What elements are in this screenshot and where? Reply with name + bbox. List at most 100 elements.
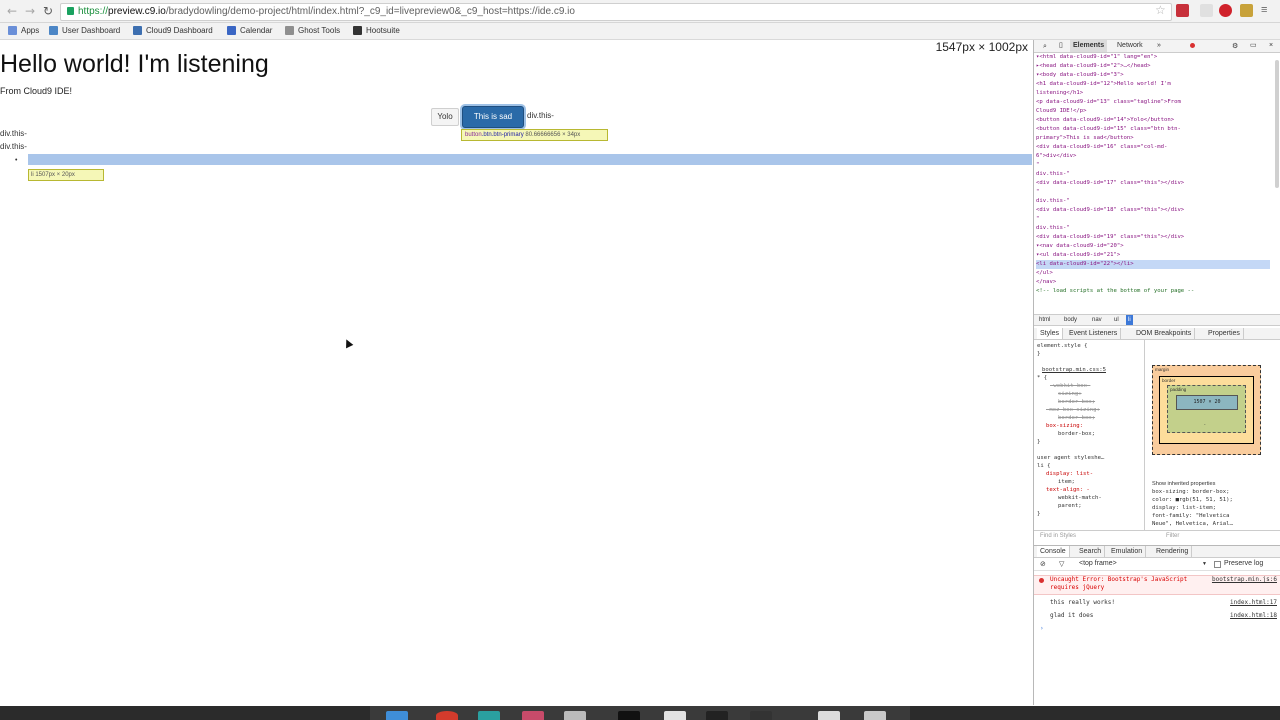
bookmark-hootsuite[interactable]: Hootsuite [353, 25, 400, 37]
tab-styles[interactable]: Styles [1037, 328, 1064, 339]
forward-icon[interactable]: → [22, 3, 38, 19]
app-icon[interactable] [818, 711, 840, 720]
dom-node[interactable]: " [1036, 215, 1039, 224]
back-icon[interactable]: ← [4, 3, 20, 19]
opera-icon[interactable] [1219, 4, 1232, 17]
dom-node[interactable]: </nav> [1036, 278, 1056, 287]
dom-node[interactable]: div.this-" [1036, 224, 1070, 233]
tab-properties[interactable]: Properties [1205, 328, 1244, 339]
app-icon[interactable] [478, 711, 500, 720]
css-value[interactable]: border-box; [1058, 430, 1095, 438]
dom-node[interactable]: primary">This is sad</button> [1036, 134, 1134, 143]
app-icon[interactable] [436, 711, 458, 720]
tab-event-listeners[interactable]: Event Listeners [1066, 328, 1122, 339]
breadcrumb-body[interactable]: body [1062, 315, 1079, 325]
device-icon[interactable]: ▯ [1056, 40, 1066, 52]
app-icon[interactable] [706, 711, 728, 720]
sad-button[interactable]: This is sad [462, 106, 524, 128]
dom-node[interactable]: listening</h1> [1036, 89, 1083, 98]
css-property[interactable]: -webkit-box- [1050, 382, 1090, 390]
css-value[interactable]: border-box; [1058, 398, 1095, 406]
console-source-link[interactable]: index.html:18 [1230, 612, 1277, 620]
css-value[interactable]: border-box; [1058, 414, 1095, 422]
element-style-rule[interactable]: element.style { [1037, 342, 1088, 350]
dom-node[interactable]: ▾<ul data-cloud9-id="21"> [1036, 251, 1120, 260]
clear-console-icon[interactable]: ⊘ [1040, 558, 1046, 570]
breadcrumb-nav[interactable]: nav [1090, 315, 1104, 325]
dom-node[interactable]: <h1 data-cloud9-id="12">Hello world! I'm [1036, 80, 1171, 89]
reload-icon[interactable]: ↻ [40, 3, 56, 19]
gear-icon[interactable]: ⚙ [1229, 40, 1241, 52]
app-icon[interactable] [664, 711, 686, 720]
tab-rendering[interactable]: Rendering [1153, 546, 1193, 557]
dom-node[interactable]: div.this-" [1036, 170, 1070, 179]
box-model-border[interactable]: border padding 1507 × 20 - [1159, 376, 1254, 444]
dom-node[interactable]: <div data-cloud9-id="16" class="col-md- [1036, 143, 1167, 152]
inspect-icon[interactable]: ⌕ [1040, 40, 1050, 52]
tab-elements[interactable]: Elements [1070, 40, 1108, 52]
css-property[interactable]: sizing: [1058, 390, 1082, 398]
dom-node[interactable]: ▸<head data-cloud9-id="2">…</head> [1036, 62, 1151, 71]
dom-node[interactable]: <div data-cloud9-id="18" class="this"></… [1036, 206, 1184, 215]
dom-comment[interactable]: <!-- load scripts at the bottom of your … [1036, 287, 1194, 296]
dock-icon[interactable]: ▭ [1247, 40, 1260, 52]
dom-node[interactable]: <button data-cloud9-id="14">Yolo</button… [1036, 116, 1174, 125]
dom-node[interactable]: <p data-cloud9-id="13" class="tagline">F… [1036, 98, 1181, 107]
bookmark-calendar[interactable]: Calendar [227, 25, 272, 37]
bookmark-star-icon[interactable]: ☆ [1155, 3, 1166, 17]
box-model-content[interactable]: 1507 × 20 [1176, 395, 1238, 410]
app-icon[interactable] [522, 711, 544, 720]
bookmark-user-dashboard[interactable]: User Dashboard [49, 25, 120, 37]
filter-icon[interactable]: ▽ [1059, 558, 1064, 570]
elements-scrollbar[interactable] [1275, 60, 1279, 188]
dom-node[interactable]: ▾<body data-cloud9-id="3"> [1036, 71, 1124, 80]
dom-node[interactable]: ▾<html data-cloud9-id="1" lang="en"> [1036, 53, 1157, 62]
console-prompt[interactable]: › [1034, 625, 1280, 634]
styles-pane[interactable]: element.style { } bootstrap.min.css:5 * … [1034, 340, 1134, 530]
show-inherited-toggle[interactable]: Show inherited properties [1144, 480, 1280, 488]
close-icon[interactable]: × [1266, 40, 1276, 52]
breadcrumb-ul[interactable]: ul [1112, 315, 1121, 325]
app-icon[interactable] [386, 711, 408, 720]
dom-node[interactable]: ▾<nav data-cloud9-id="20"> [1036, 242, 1124, 251]
bookmark-apps[interactable]: Apps [8, 25, 39, 37]
address-bar[interactable]: https://preview.c9.io/bradydowling/demo-… [60, 3, 1172, 21]
box-model-margin[interactable]: margin border padding 1507 × 20 - [1152, 365, 1261, 455]
app-icon[interactable] [750, 711, 772, 720]
bookmark-ghost-tools[interactable]: Ghost Tools [285, 25, 340, 37]
tab-console[interactable]: Console [1037, 546, 1070, 557]
bookmark-cloud9-dashboard[interactable]: Cloud9 Dashboard [133, 25, 213, 37]
extension-icon[interactable] [1200, 4, 1213, 17]
stylesheet-link[interactable]: bootstrap.min.css:5 [1042, 366, 1106, 374]
chevron-down-icon[interactable]: ▼ [1202, 558, 1207, 570]
yolo-button[interactable]: Yolo [431, 108, 459, 126]
dom-node[interactable]: <button data-cloud9-id="15" class="btn b… [1036, 125, 1181, 134]
dom-node[interactable]: " [1036, 161, 1039, 170]
breadcrumb-html[interactable]: html [1037, 315, 1052, 325]
elements-tree[interactable]: ▾<html data-cloud9-id="1" lang="en"> ▸<h… [1034, 53, 1274, 313]
styles-filter-input[interactable]: Find in Styles [1040, 531, 1076, 541]
computed-filter-input[interactable]: Filter [1166, 531, 1179, 541]
dom-node[interactable]: </ul> [1036, 269, 1053, 278]
tab-emulation[interactable]: Emulation [1108, 546, 1147, 557]
tab-search[interactable]: Search [1076, 546, 1106, 557]
box-model-padding[interactable]: padding 1507 × 20 - [1167, 385, 1246, 433]
tab-network[interactable]: Network [1114, 40, 1146, 52]
dom-node[interactable]: <div data-cloud9-id="19" class="this"></… [1036, 233, 1184, 242]
error-count-icon[interactable] [1190, 43, 1195, 48]
app-icon[interactable] [564, 711, 586, 720]
extension-icon[interactable] [1240, 4, 1253, 17]
dom-node[interactable]: Cloud9 IDE!</p> [1036, 107, 1087, 116]
extension-icon[interactable] [1176, 4, 1189, 17]
frame-select[interactable]: <top frame> [1079, 558, 1117, 570]
dom-node[interactable]: <div data-cloud9-id="17" class="this"></… [1036, 179, 1184, 188]
console-source-link[interactable]: index.html:17 [1230, 599, 1277, 607]
menu-icon[interactable]: ≡ [1261, 4, 1274, 17]
tab-dom-breakpoints[interactable]: DOM Breakpoints [1133, 328, 1196, 339]
dom-node-selected[interactable]: <li data-cloud9-id="22"></li> [1036, 260, 1270, 269]
dom-node[interactable]: 6">div</div> [1036, 152, 1076, 161]
app-icon[interactable] [618, 711, 640, 720]
css-property[interactable]: -moz-box-sizing: [1046, 406, 1100, 414]
dom-node[interactable]: div.this-" [1036, 197, 1070, 206]
app-icon[interactable] [864, 711, 886, 720]
